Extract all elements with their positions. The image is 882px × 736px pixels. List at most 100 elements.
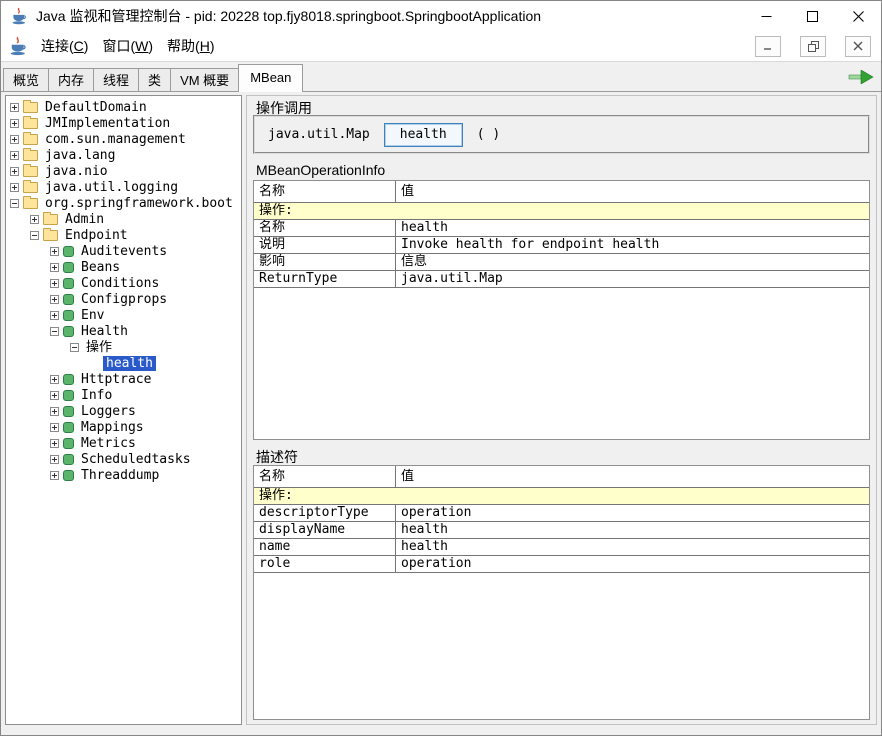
tree-label: Configprops bbox=[78, 292, 170, 307]
bean-icon bbox=[63, 422, 74, 433]
info-row-name[interactable]: namehealth bbox=[254, 539, 870, 556]
tab-概览[interactable]: 概览 bbox=[3, 68, 49, 91]
expand-icon[interactable] bbox=[10, 167, 19, 176]
invoke-health-button[interactable]: health bbox=[384, 123, 463, 147]
frame-close-button[interactable] bbox=[845, 36, 871, 57]
descriptor-table: 名称 值 操作:descriptorTypeoperationdisplayNa… bbox=[253, 465, 870, 720]
maximize-button[interactable] bbox=[789, 1, 835, 31]
tree-item-info[interactable]: Info bbox=[6, 387, 241, 403]
expand-icon[interactable] bbox=[50, 471, 59, 480]
tree-label: com.sun.management bbox=[42, 132, 189, 147]
tree-item-beans[interactable]: Beans bbox=[6, 259, 241, 275]
tab-类[interactable]: 类 bbox=[138, 68, 171, 91]
cell-name: 影响 bbox=[254, 254, 396, 271]
close-button[interactable] bbox=[835, 1, 881, 31]
group-row[interactable]: 操作: bbox=[254, 203, 870, 220]
column-header-name: 名称 bbox=[254, 181, 396, 203]
tree-item-auditevents[interactable]: Auditevents bbox=[6, 243, 241, 259]
tree-label: Httptrace bbox=[78, 372, 154, 387]
expand-icon[interactable] bbox=[10, 151, 19, 160]
tree-item-mappings[interactable]: Mappings bbox=[6, 419, 241, 435]
tree-item-health[interactable]: Health bbox=[6, 323, 241, 339]
cell-value: health bbox=[396, 539, 870, 556]
info-row-displayname[interactable]: displayNamehealth bbox=[254, 522, 870, 539]
tree-item-java.nio[interactable]: java.nio bbox=[6, 163, 241, 179]
tab-线程[interactable]: 线程 bbox=[93, 68, 139, 91]
menu-item-w[interactable]: 窗口(W) bbox=[95, 32, 160, 60]
tree-label: Metrics bbox=[78, 436, 139, 451]
tree-item-env[interactable]: Env bbox=[6, 307, 241, 323]
info-row-名称[interactable]: 名称health bbox=[254, 220, 870, 237]
collapse-icon[interactable] bbox=[30, 231, 39, 240]
tree-item-scheduledtasks[interactable]: Scheduledtasks bbox=[6, 451, 241, 467]
group-row[interactable]: 操作: bbox=[254, 488, 870, 505]
tree-item-configprops[interactable]: Configprops bbox=[6, 291, 241, 307]
tree-item-jmimplementation[interactable]: JMImplementation bbox=[6, 115, 241, 131]
expand-icon[interactable] bbox=[10, 183, 19, 192]
tree-item-com.sun.management[interactable]: com.sun.management bbox=[6, 131, 241, 147]
tree-item-java.util.logging[interactable]: java.util.logging bbox=[6, 179, 241, 195]
cell-value: operation bbox=[396, 556, 870, 573]
folder-icon bbox=[23, 102, 38, 113]
operation-invocation-box: java.util.Map health ( ) bbox=[253, 115, 870, 154]
tree-item-metrics[interactable]: Metrics bbox=[6, 435, 241, 451]
expand-icon[interactable] bbox=[50, 311, 59, 320]
tree-item-java.lang[interactable]: java.lang bbox=[6, 147, 241, 163]
expand-icon[interactable] bbox=[50, 439, 59, 448]
expand-icon[interactable] bbox=[50, 407, 59, 416]
tree-item-threaddump[interactable]: Threaddump bbox=[6, 467, 241, 483]
tab-bar: 概览内存线程类VM 概要MBean bbox=[1, 62, 881, 91]
folder-icon bbox=[23, 166, 38, 177]
tab-vm-概要[interactable]: VM 概要 bbox=[170, 68, 239, 91]
expand-icon[interactable] bbox=[10, 119, 19, 128]
info-row-role[interactable]: roleoperation bbox=[254, 556, 870, 573]
frame-minimize-button[interactable] bbox=[755, 36, 781, 57]
tree-label: Conditions bbox=[78, 276, 162, 291]
expand-icon[interactable] bbox=[50, 247, 59, 256]
cell-value: Invoke health for endpoint health bbox=[396, 237, 870, 254]
tree-item-defaultdomain[interactable]: DefaultDomain bbox=[6, 99, 241, 115]
tree-item-loggers[interactable]: Loggers bbox=[6, 403, 241, 419]
expand-icon[interactable] bbox=[50, 391, 59, 400]
tree-label: health bbox=[103, 356, 156, 371]
tree-item-health[interactable]: health bbox=[6, 355, 241, 371]
expand-icon[interactable] bbox=[50, 455, 59, 464]
tree-label: 操作 bbox=[83, 340, 115, 355]
info-row-descriptortype[interactable]: descriptorTypeoperation bbox=[254, 505, 870, 522]
tree-label: org.springframework.boot bbox=[42, 196, 236, 211]
menu-item-c[interactable]: 连接(C) bbox=[34, 32, 95, 60]
expand-icon[interactable] bbox=[10, 135, 19, 144]
frame-restore-button[interactable] bbox=[800, 36, 826, 57]
tree-item-httptrace[interactable]: Httptrace bbox=[6, 371, 241, 387]
table-header-row: 名称 值 bbox=[254, 181, 870, 203]
expand-icon[interactable] bbox=[10, 103, 19, 112]
menu-item-h[interactable]: 帮助(H) bbox=[160, 32, 221, 60]
minimize-button[interactable] bbox=[743, 1, 789, 31]
tree-item-admin[interactable]: Admin bbox=[6, 211, 241, 227]
cell-name: displayName bbox=[254, 522, 396, 539]
bean-icon bbox=[63, 278, 74, 289]
tab-内存[interactable]: 内存 bbox=[48, 68, 94, 91]
java-logo-icon bbox=[10, 7, 28, 25]
collapse-icon[interactable] bbox=[10, 199, 19, 208]
tree-label: DefaultDomain bbox=[42, 100, 150, 115]
expand-icon[interactable] bbox=[30, 215, 39, 224]
expand-icon[interactable] bbox=[50, 263, 59, 272]
tab-mbean[interactable]: MBean bbox=[238, 64, 303, 92]
expand-icon[interactable] bbox=[50, 375, 59, 384]
tree-item-endpoint[interactable]: Endpoint bbox=[6, 227, 241, 243]
collapse-icon[interactable] bbox=[50, 327, 59, 336]
expand-icon[interactable] bbox=[50, 423, 59, 432]
info-row-影响[interactable]: 影响信息 bbox=[254, 254, 870, 271]
bean-icon bbox=[63, 262, 74, 273]
cell-name: role bbox=[254, 556, 396, 573]
expand-icon[interactable] bbox=[50, 295, 59, 304]
info-row-returntype[interactable]: ReturnTypejava.util.Map bbox=[254, 271, 870, 288]
info-row-说明[interactable]: 说明Invoke health for endpoint health bbox=[254, 237, 870, 254]
title-bar[interactable]: Java 监视和管理控制台 - pid: 20228 top.fjy8018.s… bbox=[1, 1, 881, 31]
collapse-icon[interactable] bbox=[70, 343, 79, 352]
tree-item-org.springframework.boot[interactable]: org.springframework.boot bbox=[6, 195, 241, 211]
expand-icon[interactable] bbox=[50, 279, 59, 288]
tree-item-操作[interactable]: 操作 bbox=[6, 339, 241, 355]
tree-item-conditions[interactable]: Conditions bbox=[6, 275, 241, 291]
